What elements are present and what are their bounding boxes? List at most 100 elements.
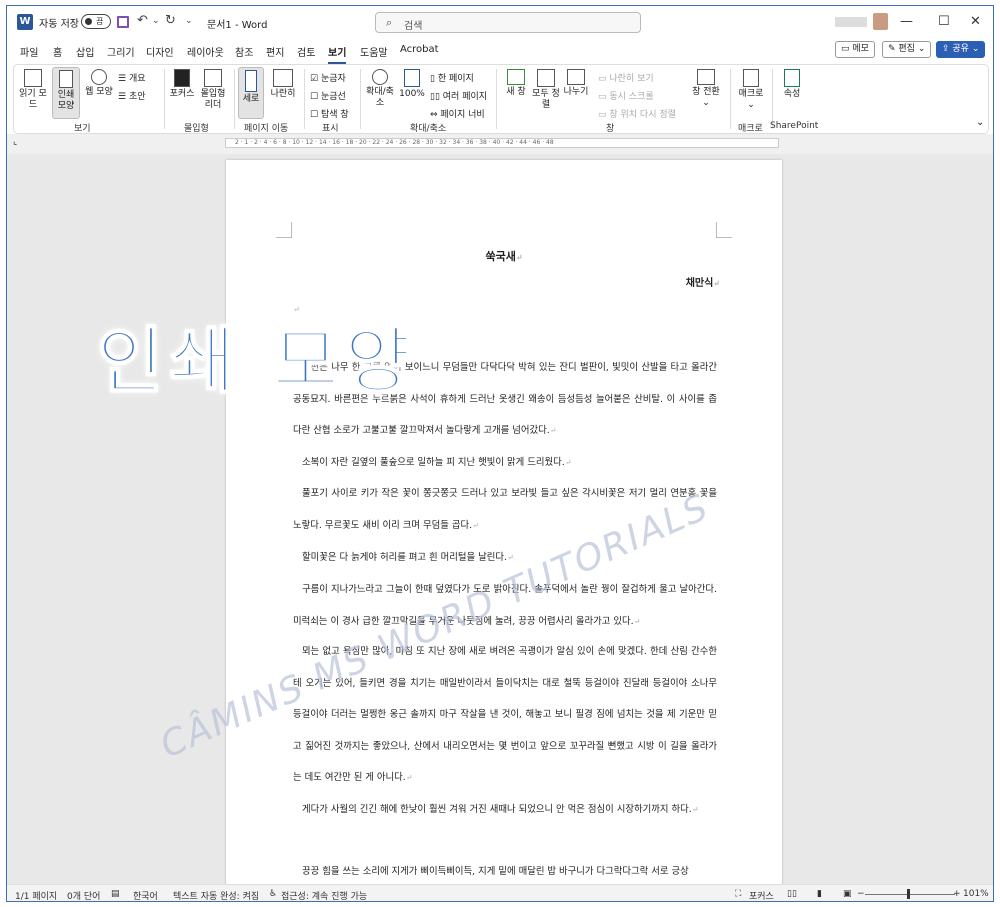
save-icon[interactable] [117,16,129,28]
group-zoom-label: 확대/축소 [410,124,447,134]
proofing-icon[interactable]: ▤ [111,889,120,899]
multi-page-label: 여러 페이지 [442,92,488,102]
memo-button[interactable]: ▭ 메모 [835,41,875,58]
autosave-label: 자동 저장 [39,19,79,30]
user-name[interactable] [835,17,867,27]
tab-home[interactable]: 홈 [53,44,62,59]
switch-windows-button[interactable]: 창 전환 ⌄ [690,69,722,109]
sync-scroll-button[interactable]: ▭ 동시 스크롤 [598,89,654,102]
zoom-out-icon[interactable]: − [857,889,865,899]
status-zoom[interactable]: 101% [963,889,989,899]
group-show-label: 표시 [322,124,339,134]
status-autocomplete[interactable]: 텍스트 자동 완성: 켜짐 [173,889,259,901]
arrange-all-label: 모두 정렬 [532,89,560,110]
new-window-label: 새 창 [506,87,526,97]
new-window-button[interactable]: 새 창 [502,69,530,98]
arrange-all-button[interactable]: 모두 정렬 [532,69,560,111]
status-language[interactable]: 한국어 [133,889,158,901]
avatar[interactable] [873,13,888,30]
read-mode-icon[interactable]: ▯▯ [787,889,797,899]
status-words[interactable]: 0개 단어 [67,889,100,901]
web-layout-button[interactable]: 웹 모양 [84,69,114,98]
tab-design[interactable]: 디자인 [146,44,174,59]
undo-dropdown-icon[interactable]: ⌄ [152,16,160,26]
vertical-button[interactable]: 세로 [238,67,264,119]
group-sharepoint-label: SharePoint [770,121,819,131]
accessibility-icon: ♿ [269,889,278,899]
print-layout-icon[interactable]: ▮ [817,889,822,899]
zoom-button[interactable]: 확대/축소 [364,69,396,109]
status-focus[interactable]: 포커스 [749,889,774,901]
separator [234,69,235,129]
tab-acrobat[interactable]: Acrobat [400,44,439,55]
side-by-side-button[interactable]: ▭ 나란히 보기 [598,71,654,84]
nav-pane-label: 탐색 창 [320,110,349,120]
status-accessibility[interactable]: 접근성: 계속 진행 가능 [281,889,367,901]
ruler-checkbox[interactable]: ☑ 눈금자 [310,71,346,84]
tab-references[interactable]: 참조 [235,44,253,59]
nav-pane-checkbox[interactable]: ☐ 탐색 창 [310,107,349,120]
word-app-icon: W [17,14,33,30]
side-to-side-icon [273,69,293,87]
status-page[interactable]: 1/1 페이지 [15,889,57,901]
zoom-in-icon[interactable]: + [953,889,961,899]
one-page-button[interactable]: ▯ 한 페이지 [430,71,474,84]
tab-layout[interactable]: 레이아웃 [187,44,224,59]
print-layout-label: 인쇄 모양 [57,90,75,111]
group-macros-label: 매크로 [738,124,763,134]
undo-icon[interactable]: ↶ [137,13,148,28]
word-window: W 자동 저장 끔 ↶ ⌄ ↻ ⌄ 문서1 - Word ⌕ 검색 — ☐ ✕ … [6,5,994,902]
tab-file[interactable]: 파일 [20,44,38,59]
immersive-reader-button[interactable]: 몰입형 리더 [198,69,228,111]
paragraph-text: 할미꽃은 다 늙게야 허리를 펴고 흰 머리털을 날린다. [302,552,507,563]
autosave-toggle[interactable]: 끔 [81,14,111,29]
macros-button[interactable]: 매크로 ⌄ [736,69,766,111]
close-button[interactable]: ✕ [970,14,981,29]
zoom-100-button[interactable]: 100% [398,69,426,100]
redo-icon[interactable]: ↻ [165,13,176,28]
doc-heading: 쑥국새↵ [485,250,523,263]
zoom-100-label: 100% [399,89,425,99]
draft-button[interactable]: ☰ 초안 [118,89,146,102]
web-layout-icon[interactable]: ▣ [843,889,852,899]
print-layout-button[interactable]: 인쇄 모양 [52,67,80,119]
tab-help[interactable]: 도움말 [360,44,388,59]
zoom-slider[interactable] [865,894,955,895]
side-to-side-button[interactable]: 나란히 [268,69,298,100]
properties-button[interactable]: 속성 [778,69,806,100]
outline-label: 개요 [128,74,146,84]
reset-position-label: 창 위치 다시 정렬 [609,110,676,120]
reset-position-button[interactable]: ▭ 창 위치 다시 정렬 [598,107,676,120]
margin-corner [716,222,732,238]
outline-button[interactable]: ☰ 개요 [118,71,146,84]
tab-mailings[interactable]: 편지 [266,44,284,59]
maximize-button[interactable]: ☐ [938,14,950,29]
tab-review[interactable]: 검토 [297,44,315,59]
tab-view[interactable]: 보기 [328,44,347,64]
tab-draw[interactable]: 그리기 [107,44,135,59]
magnifier-icon [372,69,388,85]
gridlines-checkbox[interactable]: ☐ 눈금선 [310,89,346,102]
new-window-icon [507,69,525,85]
tab-selector-icon[interactable]: ⌞ [13,137,17,147]
document-canvas: 쑥국새↵ 채만식↵ ↵ 1↵ 왼편은 나무 한 그루 없어 보이느니 무덤들만 … [7,154,993,900]
minimize-button[interactable]: — [900,14,913,29]
tab-insert[interactable]: 삽입 [76,44,94,59]
ruler-numbers: 2 · 1 · 2 · 4 · 6 · 8 · 10 · 12 · 14 · 1… [235,139,554,146]
read-mode-button[interactable]: 읽기 모드 [18,69,48,111]
paragraph: 끙끙 힘을 쓰는 소리에 지게가 삐이득삐이득, 지게 밑에 매달린 밥 바구니… [293,856,717,888]
edit-button[interactable]: ✎ 편집 ⌄ [882,41,932,58]
overlay-caption: 인쇄 모양 [96,318,418,404]
search-box[interactable]: ⌕ 검색 [375,12,641,33]
customize-qat-icon[interactable]: ⌄ [185,16,193,26]
split-button[interactable]: 나누기 [562,69,590,98]
paragraph-text: 게다가 사월의 긴긴 해에 한낮이 훨씬 겨워 거진 새때나 되었으니 안 먹은… [302,804,692,815]
multi-page-button[interactable]: ▯▯ 여러 페이지 [430,89,487,102]
focus-button[interactable]: 포커스 [168,69,196,100]
zoom-slider-thumb[interactable] [907,889,910,899]
share-button[interactable]: ⇪ 공유 ⌄ [936,41,986,58]
separator [304,69,305,129]
collapse-ribbon-icon[interactable]: ⌄ [976,117,984,128]
page-width-button[interactable]: ⇔ 페이지 너비 [430,107,485,120]
split-icon [567,69,585,85]
